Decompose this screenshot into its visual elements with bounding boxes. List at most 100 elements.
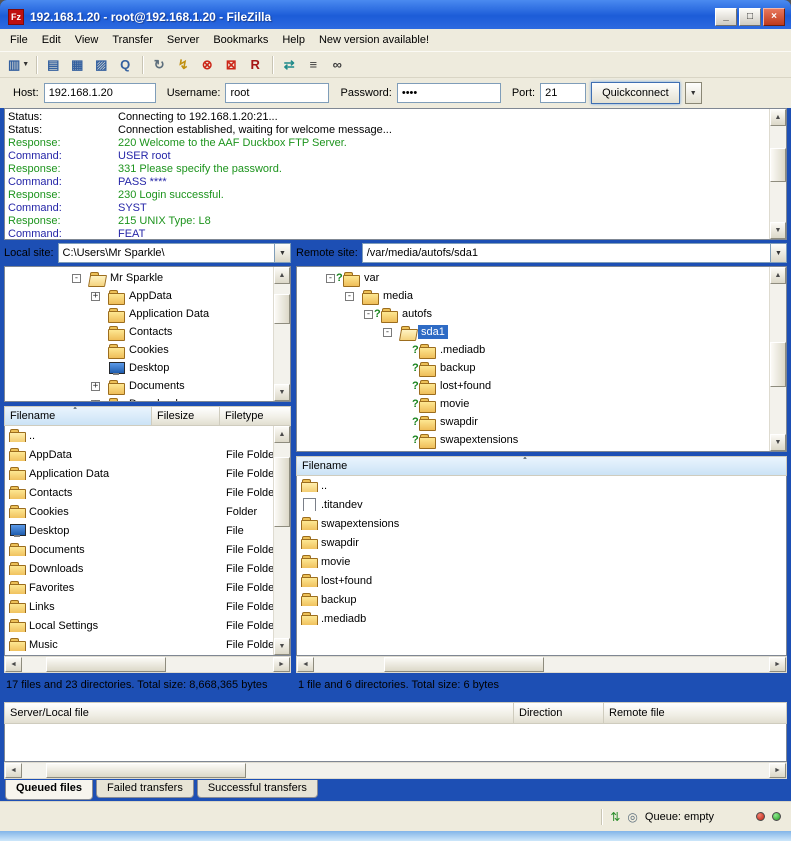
file-row[interactable]: AppData File Folder [5, 445, 273, 464]
quickconnect-dropdown-button[interactable]: ▼ [685, 82, 702, 104]
queue-tab[interactable]: Successful transfers [197, 780, 318, 798]
scroll-right-icon[interactable]: ► [769, 763, 786, 778]
find-files-icon[interactable]: ∞ [326, 54, 350, 76]
scroll-up-icon[interactable]: ▲ [770, 267, 786, 284]
scroll-thumb[interactable] [46, 657, 166, 672]
tree-item[interactable]: ? dvd [299, 449, 768, 452]
toggle-message-log-icon[interactable]: ▤ [42, 54, 66, 76]
scroll-up-icon[interactable]: ▲ [770, 109, 786, 126]
file-row[interactable]: Downloads File Folder [5, 559, 273, 578]
combobox-dropdown-icon[interactable]: ▼ [274, 244, 290, 262]
site-manager-icon[interactable]: ▥▼ [5, 54, 32, 76]
menu-item[interactable]: Help [275, 31, 312, 49]
tree-item[interactable]: Application Data [7, 305, 272, 323]
tree-item[interactable]: - ? var [299, 269, 768, 287]
file-row[interactable]: Favorites File Folder [5, 578, 273, 597]
toolbar-separator[interactable] [142, 56, 144, 74]
column-header-filename[interactable]: ▲Filename [4, 406, 152, 426]
file-row[interactable]: Application Data File Folder [5, 464, 273, 483]
file-row[interactable]: Music File Folder [5, 635, 273, 654]
local-site-path-input[interactable] [59, 244, 274, 262]
file-row[interactable]: .. [297, 476, 786, 495]
column-header-filetype[interactable]: Filetype [220, 406, 291, 426]
tree-item[interactable]: - ? autofs [299, 305, 768, 323]
queue-horizontal-scrollbar[interactable]: ◄ ► [4, 762, 787, 779]
scroll-down-icon[interactable]: ▼ [770, 222, 786, 239]
toolbar-separator[interactable] [36, 56, 38, 74]
disconnect-icon[interactable]: ⊠ [220, 54, 244, 76]
column-header-direction[interactable]: Direction [514, 702, 604, 724]
tree-item[interactable]: + Documents [7, 377, 272, 395]
filter-status-icon[interactable]: ◎ [627, 810, 637, 824]
tree-item[interactable]: - media [299, 287, 768, 305]
minimize-button[interactable]: _ [715, 8, 737, 26]
file-row[interactable]: Cookies Folder [5, 502, 273, 521]
menu-item[interactable]: Server [160, 31, 206, 49]
remote-list-horizontal-scrollbar[interactable]: ◄ ► [296, 656, 787, 673]
remote-site-combobox[interactable]: ▼ [362, 243, 787, 263]
close-button[interactable]: × [763, 8, 785, 26]
scroll-down-icon[interactable]: ▼ [770, 434, 786, 451]
column-header-local-file[interactable]: Server/Local file [4, 702, 514, 724]
tree-expander[interactable]: - [383, 328, 392, 337]
file-row[interactable]: movie [297, 552, 786, 571]
log-vertical-scrollbar[interactable]: ▲ ▼ [769, 109, 786, 239]
file-row[interactable]: .. [5, 426, 273, 445]
menu-item[interactable]: View [68, 31, 106, 49]
reconnect-icon[interactable]: R [244, 54, 268, 76]
speed-limit-icon[interactable]: ⇅ [610, 810, 620, 824]
local-list-vertical-scrollbar[interactable]: ▲ ▼ [273, 426, 290, 655]
tree-item[interactable]: ? swapdir [299, 413, 768, 431]
tree-expander[interactable]: + [91, 292, 100, 301]
column-header-filesize[interactable]: Filesize [152, 406, 220, 426]
cancel-icon[interactable]: ⊗ [196, 54, 220, 76]
tree-item[interactable]: ? backup [299, 359, 768, 377]
scroll-up-icon[interactable]: ▲ [274, 267, 290, 284]
local-list-horizontal-scrollbar[interactable]: ◄ ► [4, 656, 291, 673]
tree-item[interactable]: ? movie [299, 395, 768, 413]
toggle-local-tree-icon[interactable]: ▦ [66, 54, 90, 76]
menu-item[interactable]: Bookmarks [206, 31, 275, 49]
title-bar[interactable]: Fz 192.168.1.20 - root@192.168.1.20 - Fi… [0, 0, 791, 29]
scroll-thumb[interactable] [384, 657, 544, 672]
scroll-left-icon[interactable]: ◄ [297, 657, 314, 672]
scroll-left-icon[interactable]: ◄ [5, 763, 22, 778]
process-queue-icon[interactable]: ↯ [172, 54, 196, 76]
file-row[interactable]: Contacts File Folder [5, 483, 273, 502]
menu-item[interactable]: Transfer [105, 31, 160, 49]
tree-expander[interactable]: + [91, 400, 100, 403]
tree-item[interactable]: ? .mediadb [299, 341, 768, 359]
scroll-right-icon[interactable]: ► [273, 657, 290, 672]
tree-expander[interactable]: - [72, 274, 81, 283]
scroll-thumb[interactable] [770, 342, 786, 387]
tree-item[interactable]: Desktop [7, 359, 272, 377]
username-input[interactable] [225, 83, 329, 103]
menu-item[interactable]: File [3, 31, 35, 49]
file-row[interactable]: .mediadb [297, 609, 786, 628]
scroll-right-icon[interactable]: ► [769, 657, 786, 672]
file-row[interactable]: backup [297, 590, 786, 609]
menu-item[interactable]: Edit [35, 31, 68, 49]
tree-item[interactable]: ? lost+found [299, 377, 768, 395]
toggle-remote-tree-icon[interactable]: ▨ [90, 54, 114, 76]
tree-item[interactable]: ? swapextensions [299, 431, 768, 449]
tree-item[interactable]: Cookies [7, 341, 272, 359]
menu-item[interactable]: New version available! [312, 31, 436, 49]
scroll-thumb[interactable] [274, 294, 290, 324]
local-tree-vertical-scrollbar[interactable]: ▲ ▼ [273, 267, 290, 401]
file-row[interactable]: .titandev [297, 495, 786, 514]
file-row[interactable]: swapdir [297, 533, 786, 552]
host-input[interactable] [44, 83, 156, 103]
scroll-thumb[interactable] [274, 457, 290, 527]
column-header-filename[interactable]: ▲Filename [296, 456, 787, 476]
toggle-queue-icon[interactable]: Q [114, 54, 138, 76]
column-header-remote-file[interactable]: Remote file [604, 702, 787, 724]
file-row[interactable]: Documents File Folder [5, 540, 273, 559]
file-row[interactable]: Desktop File [5, 521, 273, 540]
maximize-button[interactable]: □ [739, 8, 761, 26]
queue-tab[interactable]: Failed transfers [96, 780, 194, 798]
scroll-down-icon[interactable]: ▼ [274, 384, 290, 401]
tree-item[interactable]: + AppData [7, 287, 272, 305]
toolbar-separator[interactable] [272, 56, 274, 74]
tree-item[interactable]: - Mr Sparkle [7, 269, 272, 287]
